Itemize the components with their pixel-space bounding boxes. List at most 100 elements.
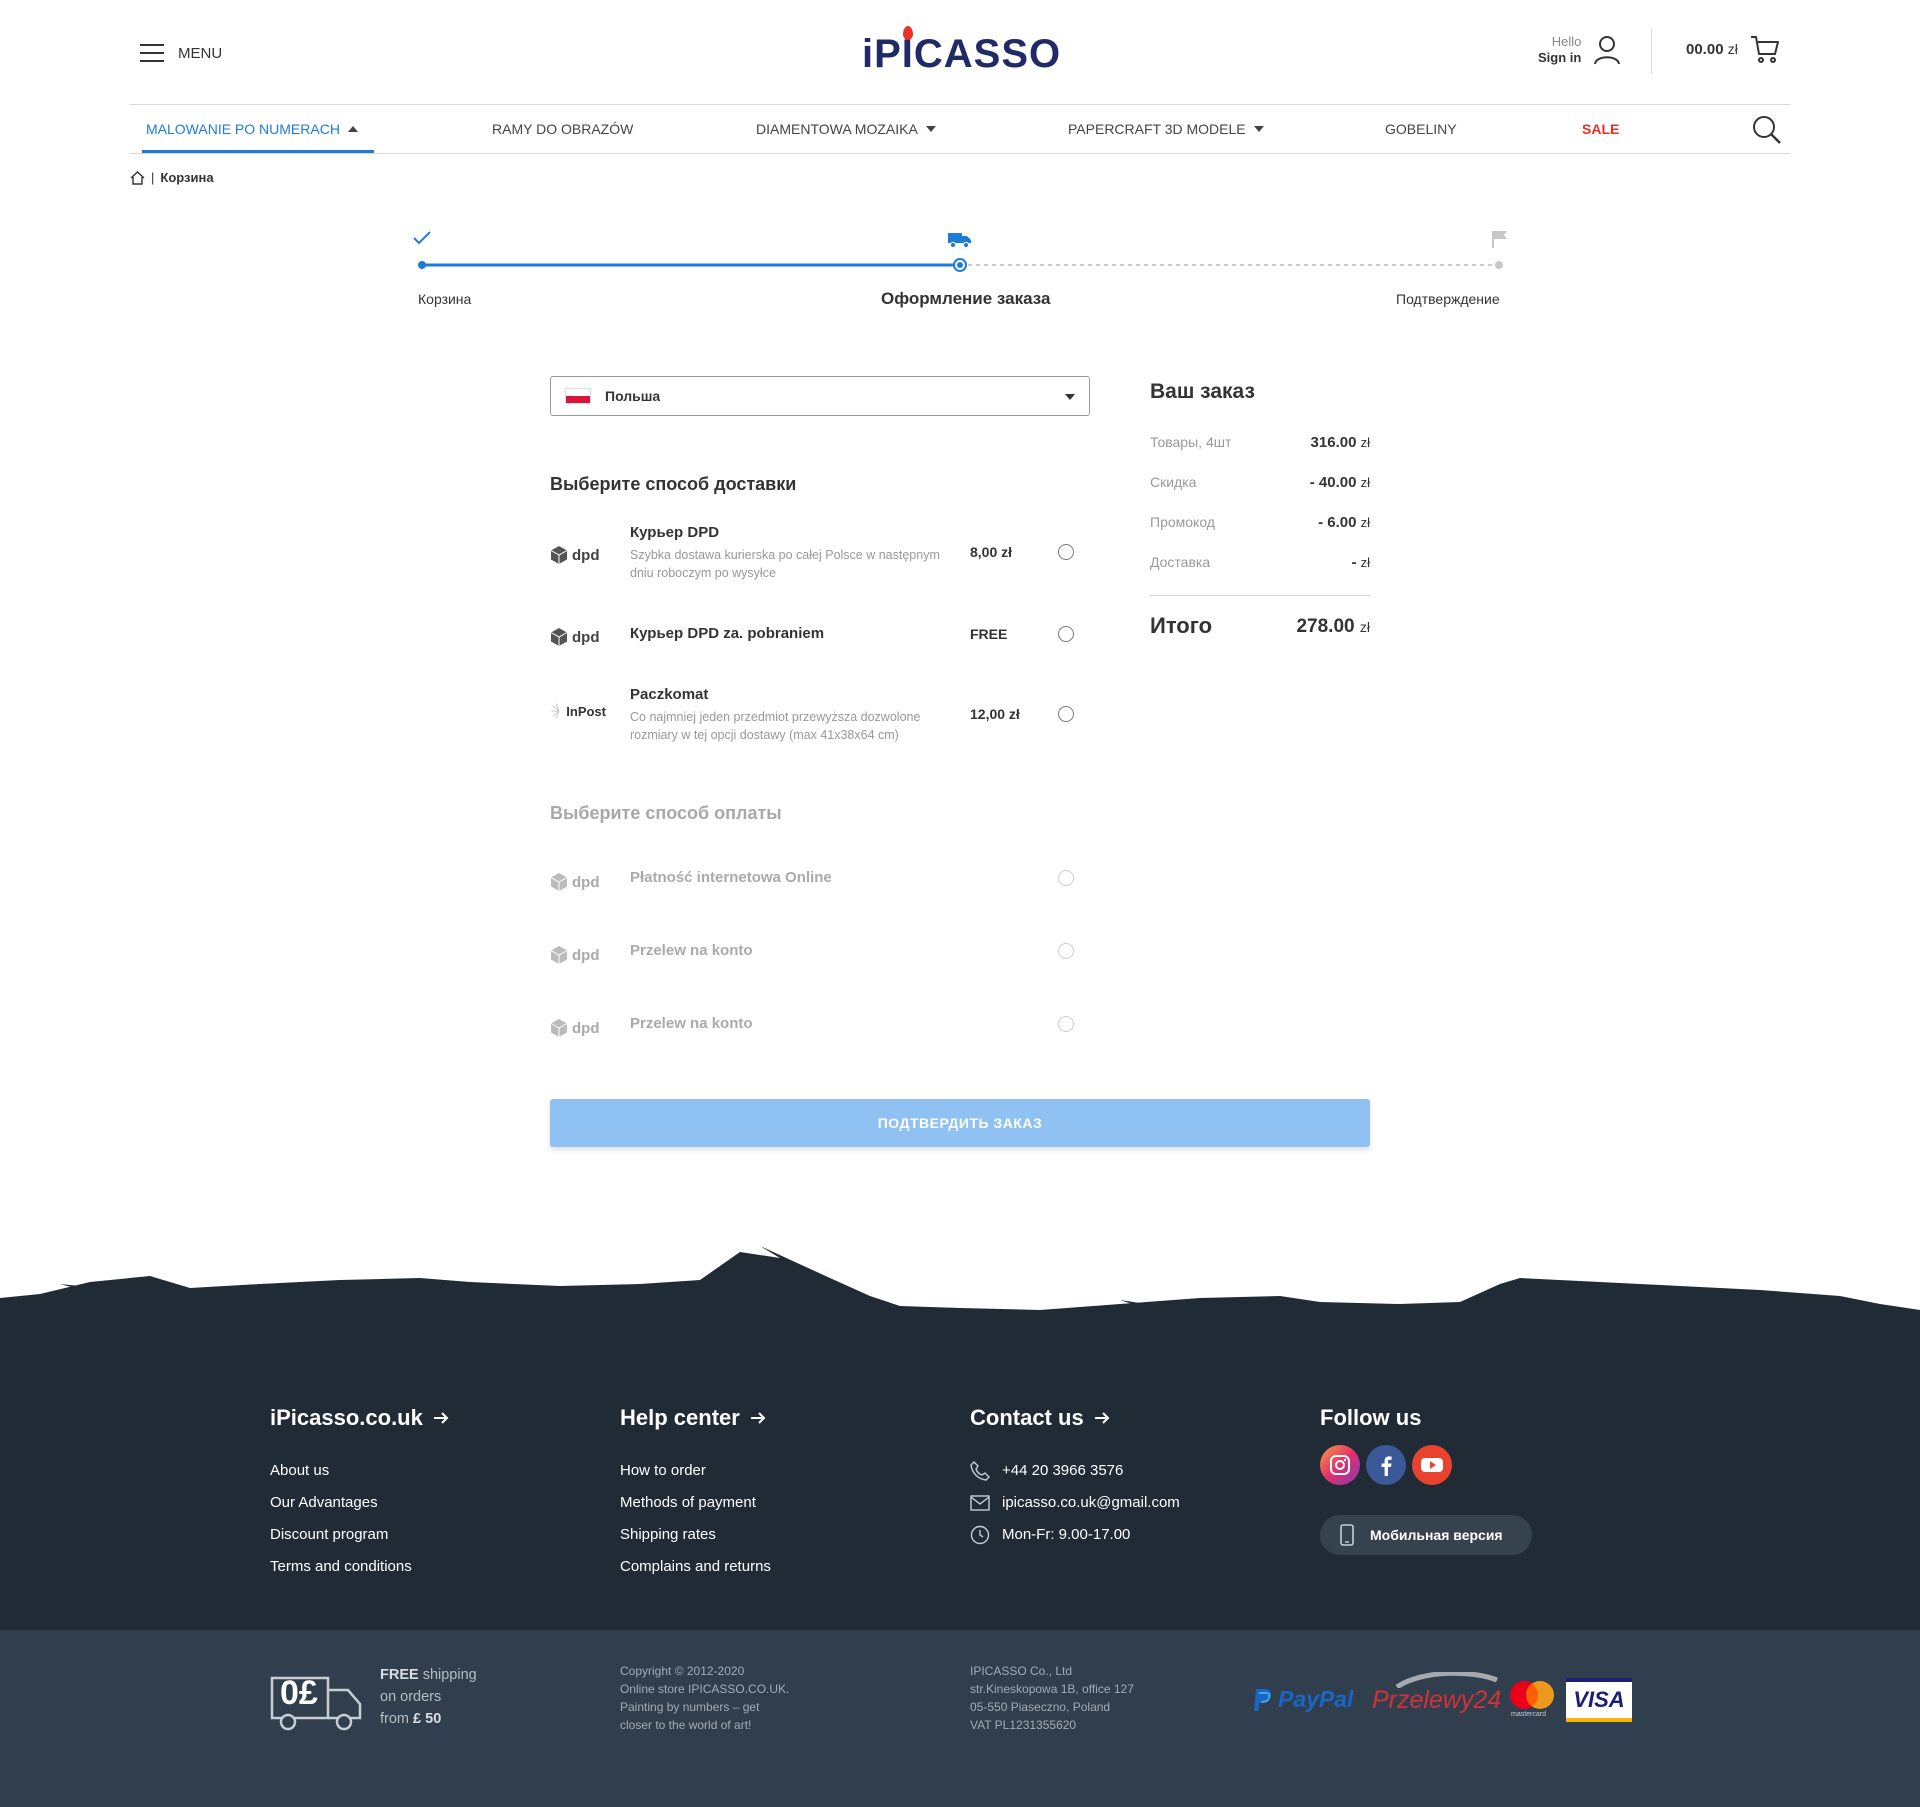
copyright-line: closer to the world of art! xyxy=(620,1718,752,1732)
nav-item-diamentowa[interactable]: DIAMENTOWA MOZAIKA xyxy=(756,105,936,153)
footer-store-heading[interactable]: iPicasso.co.uk xyxy=(270,1405,449,1431)
sign-in-link[interactable]: Hello Sign in xyxy=(1538,34,1621,66)
summary-value: 316.00 zł xyxy=(1311,434,1370,451)
footer-heading-text: iPicasso.co.uk xyxy=(270,1405,423,1430)
summary-amount: - xyxy=(1351,554,1357,571)
footer-link-shipping-rates[interactable]: Shipping rates xyxy=(620,1519,771,1551)
paypal-text: PayPal xyxy=(1278,1686,1354,1712)
nav-item-label: SALE xyxy=(1582,121,1620,137)
step-checkout-label: Оформление заказа xyxy=(881,289,1051,308)
copyright-line: Copyright © 2012-2020 xyxy=(620,1664,745,1678)
dpd-brand-text: dpd xyxy=(572,546,600,564)
delivery-radio-dpd-cod[interactable] xyxy=(1058,626,1074,642)
summary-value: - zł xyxy=(1351,554,1370,571)
mastercard-text: mastercard xyxy=(1511,1711,1547,1718)
footer-help-heading[interactable]: Help center xyxy=(620,1405,771,1431)
summary-currency: zł xyxy=(1360,555,1370,570)
inpost-logo: InPost xyxy=(550,698,606,724)
footer-link-discount[interactable]: Discount program xyxy=(270,1519,449,1551)
search-icon[interactable] xyxy=(1752,115,1782,145)
nav-item-ramy[interactable]: RAMY DO OBRAZÓW xyxy=(492,105,633,153)
summary-label: Доставка xyxy=(1150,554,1211,570)
dpd-logo: dpd xyxy=(550,1015,606,1041)
footer-phone[interactable]: +44 20 3966 3576 xyxy=(970,1455,1180,1487)
dpd-logo: dpd xyxy=(550,542,606,568)
delivery-option-price: FREE xyxy=(970,626,1008,642)
przelewy24-logo: Przelewy24 xyxy=(1372,1672,1502,1722)
home-icon[interactable] xyxy=(130,170,145,185)
payment-radio-online[interactable] xyxy=(1058,870,1074,886)
order-summary: Ваш заказ Товары, 4шт 316.00 zł Скидка -… xyxy=(1150,380,1370,638)
delivery-title: Выберите способ доставки xyxy=(550,474,797,494)
footer-link-terms[interactable]: Terms and conditions xyxy=(270,1551,449,1583)
total-value: 278.00 zł xyxy=(1296,616,1370,638)
nav-item-malowanie[interactable]: MALOWANIE PO NUMERACH xyxy=(146,105,358,153)
company-info: IPICASSO Co., Ltd str.Kineskopowa 1B, of… xyxy=(970,1662,1134,1734)
summary-row-delivery: Доставка - zł xyxy=(1150,554,1370,574)
delivery-option-price: 8,00 zł xyxy=(970,544,1013,560)
delivery-option-desc: Co najmniej jeden przedmiot przewyższa d… xyxy=(630,710,921,742)
smartphone-icon xyxy=(1340,1524,1354,1546)
delivery-radio-paczkomat[interactable] xyxy=(1058,706,1074,722)
payment-title: Выберите способ оплаты xyxy=(550,803,782,823)
footer-link-about[interactable]: About us xyxy=(270,1455,449,1487)
visa-logo: VISA xyxy=(1566,1678,1632,1722)
copyright-text: Copyright © 2012-2020 Online store IPICA… xyxy=(620,1662,789,1734)
user-icon xyxy=(1594,36,1621,65)
facebook-icon[interactable] xyxy=(1366,1445,1406,1485)
delivery-radio-dpd[interactable] xyxy=(1058,544,1074,560)
dpd-cube-icon xyxy=(550,1019,568,1037)
instagram-icon[interactable] xyxy=(1320,1445,1360,1485)
mobile-version-label: Мобильная версия xyxy=(1370,1527,1503,1543)
payment-radio-transfer-1[interactable] xyxy=(1058,943,1074,959)
hamburger-icon xyxy=(140,42,164,64)
dpd-cube-icon xyxy=(550,946,568,964)
dpd-cube-icon xyxy=(550,628,568,646)
nav-item-gobeliny[interactable]: GOBELINY xyxy=(1385,105,1457,153)
nav-item-sale[interactable]: SALE xyxy=(1582,105,1619,153)
cart-currency: zł xyxy=(1727,40,1738,57)
delivery-option-name: Paczkomat xyxy=(630,686,709,703)
cart-button[interactable]: 00.00 zł xyxy=(1686,34,1780,64)
footer-link-how-to-order[interactable]: How to order xyxy=(620,1455,771,1487)
nav-item-label: GOBELINY xyxy=(1385,121,1457,137)
nav-item-label: RAMY DO OBRAZÓW xyxy=(492,121,634,137)
site-logo[interactable]: iPICASSO xyxy=(862,26,1060,76)
summary-currency: zł xyxy=(1360,475,1370,490)
country-select[interactable]: Польша xyxy=(550,376,1090,416)
free-shipping-note: FREE shipping on orders from £ 50 xyxy=(380,1664,477,1730)
country-value: Польша xyxy=(605,388,661,404)
footer-link-complains[interactable]: Complains and returns xyxy=(620,1551,771,1583)
paypal-icon xyxy=(1254,1688,1272,1711)
truck-icon xyxy=(948,233,971,249)
payment-option-name: Przelew na konto xyxy=(630,1015,753,1032)
company-line: str.Kineskopowa 1B, office 127 xyxy=(970,1682,1134,1696)
footer-link-payment-methods[interactable]: Methods of payment xyxy=(620,1487,771,1519)
youtube-icon[interactable] xyxy=(1412,1445,1452,1485)
footer-col-store: iPicasso.co.uk About us Our Advantages D… xyxy=(270,1405,449,1583)
dpd-logo: dpd xyxy=(550,869,606,895)
breadcrumb-current: Корзина xyxy=(160,170,214,185)
confirm-order-button[interactable]: ПОДТВЕРДИТЬ ЗАКАЗ xyxy=(550,1099,1370,1147)
footer-link-advantages[interactable]: Our Advantages xyxy=(270,1487,449,1519)
hours-text: Mon-Fr: 9.00-17.00 xyxy=(1002,1526,1131,1543)
checkout-progress: Корзина Оформление заказа Подтверждение xyxy=(400,225,1520,325)
shipping-line2: on orders xyxy=(380,1689,442,1705)
total-label: Итого xyxy=(1150,613,1213,638)
footer-email[interactable]: ipicasso.co.uk@gmail.com xyxy=(970,1487,1180,1519)
shipping-line3: from xyxy=(380,1711,409,1727)
main-nav: MALOWANIE PO NUMERACH RAMY DO OBRAZÓW DI… xyxy=(130,104,1790,154)
mobile-version-button[interactable]: Мобильная версия xyxy=(1320,1515,1532,1555)
menu-button[interactable]: MENU xyxy=(140,38,222,68)
payment-option-name: Płatność internetowa Online xyxy=(630,869,832,886)
summary-currency: zł xyxy=(1360,515,1370,530)
summary-amount: - 40.00 xyxy=(1309,474,1357,491)
menu-label: MENU xyxy=(178,44,223,62)
footer-contact-heading[interactable]: Contact us xyxy=(970,1405,1180,1431)
nav-item-papercraft[interactable]: PAPERCRAFT 3D MODELE xyxy=(1068,105,1264,153)
payment-radio-transfer-2[interactable] xyxy=(1058,1016,1074,1032)
payment-option-name: Przelew na konto xyxy=(630,942,753,959)
step-confirmation-label: Подтверждение xyxy=(1396,291,1500,307)
summary-divider xyxy=(1150,595,1370,596)
copyright-line: Online store IPICASSO.CO.UK. xyxy=(620,1682,790,1696)
